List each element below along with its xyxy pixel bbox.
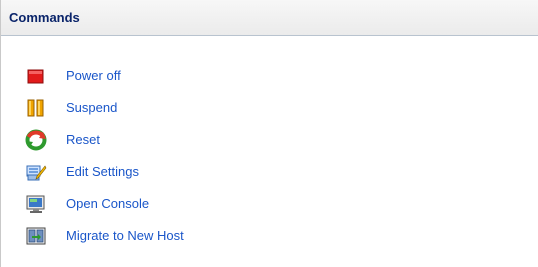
suspend-icon [25, 97, 47, 119]
command-list: Power off Suspend Reset Edit Settings Op… [25, 60, 184, 252]
edit-settings-command[interactable]: Edit Settings [25, 156, 184, 188]
power-off-link[interactable]: Power off [66, 68, 121, 84]
panel-header: Commands [1, 0, 538, 36]
migrate-icon [25, 225, 47, 247]
panel-title: Commands [9, 10, 80, 25]
migrate-link[interactable]: Migrate to New Host [66, 228, 184, 244]
edit-settings-link[interactable]: Edit Settings [66, 164, 139, 180]
open-console-command[interactable]: Open Console [25, 188, 184, 220]
reset-command[interactable]: Reset [25, 124, 184, 156]
power-off-command[interactable]: Power off [25, 60, 184, 92]
suspend-command[interactable]: Suspend [25, 92, 184, 124]
open-console-icon [25, 193, 47, 215]
suspend-link[interactable]: Suspend [66, 100, 117, 116]
migrate-command[interactable]: Migrate to New Host [25, 220, 184, 252]
reset-icon [25, 129, 47, 151]
edit-settings-icon [25, 161, 47, 183]
power-off-icon [25, 65, 47, 87]
commands-panel: Commands Power off Suspend Reset Edit Se… [0, 0, 538, 267]
open-console-link[interactable]: Open Console [66, 196, 149, 212]
reset-link[interactable]: Reset [66, 132, 100, 148]
